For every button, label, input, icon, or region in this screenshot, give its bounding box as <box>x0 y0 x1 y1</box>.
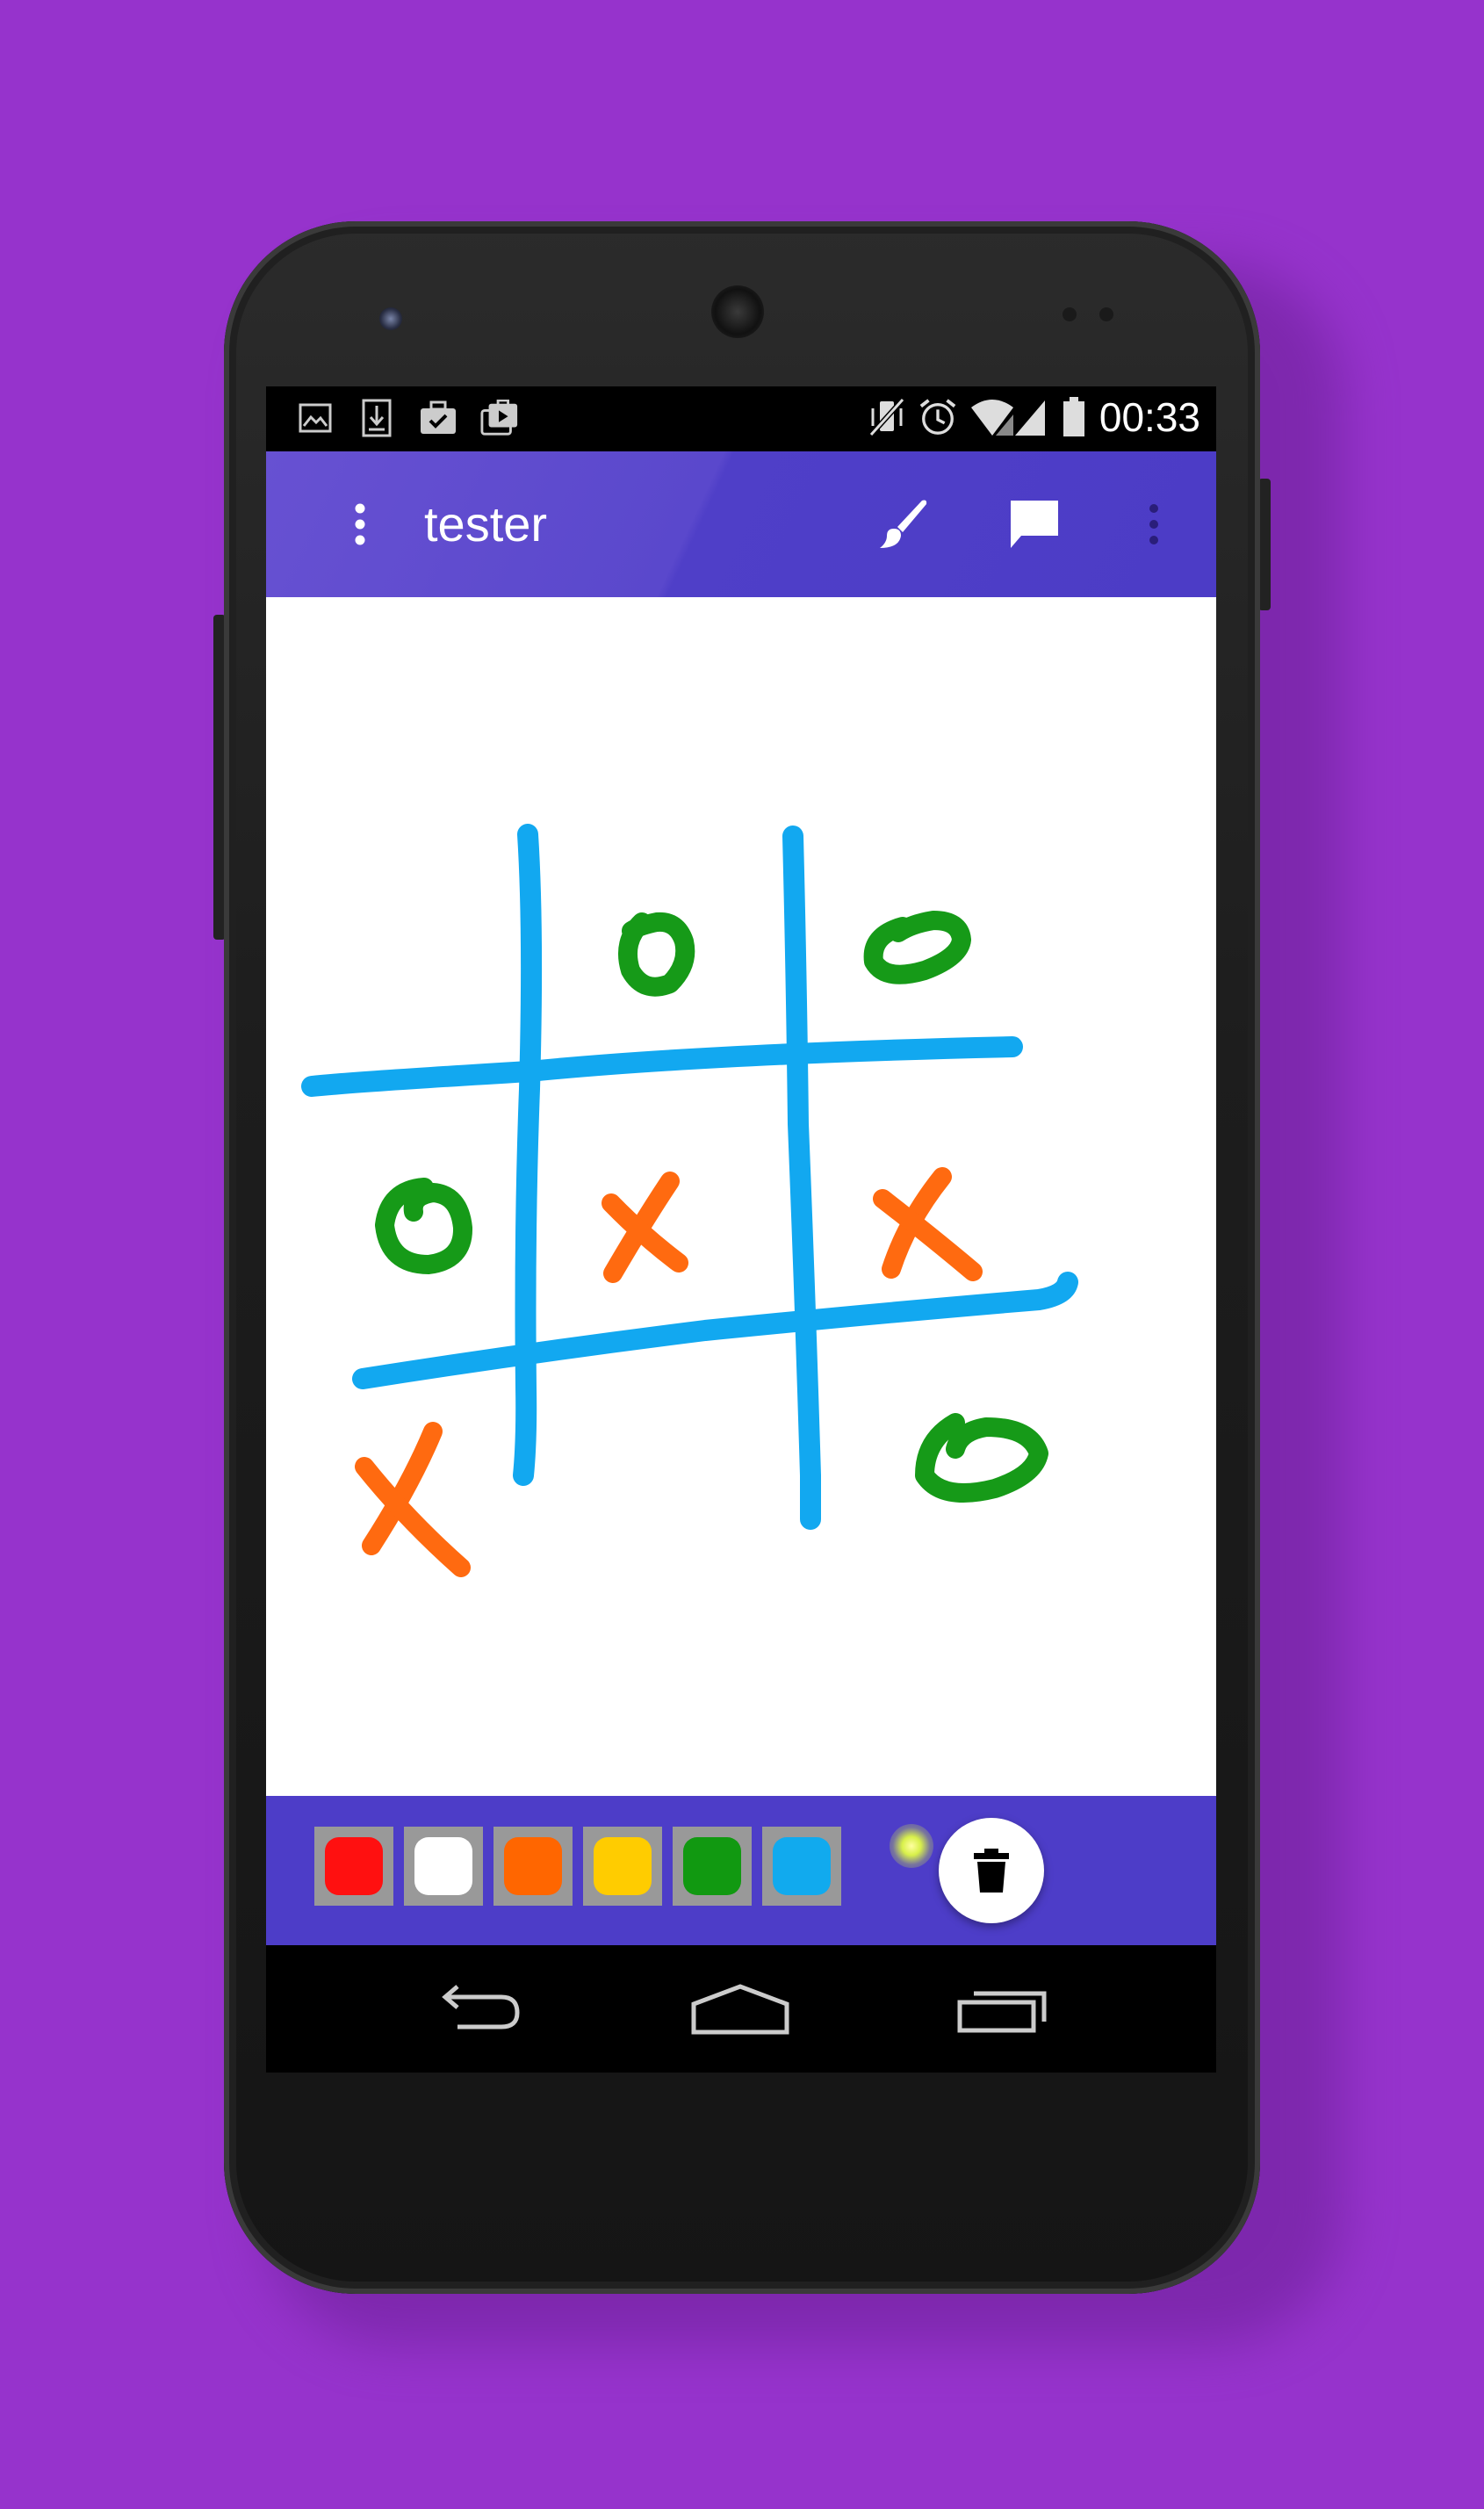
swatch-fill <box>414 1837 472 1895</box>
color-swatch-red[interactable] <box>314 1827 393 1906</box>
light-sensor <box>1099 307 1113 321</box>
color-swatch-yellow[interactable] <box>583 1827 662 1906</box>
o-mark <box>915 1413 1048 1503</box>
home-button[interactable] <box>679 1970 802 2049</box>
drawing-canvas[interactable] <box>266 597 1216 1796</box>
status-time: 00:33 <box>1099 394 1200 440</box>
drawing-strokes <box>301 824 1078 1577</box>
o-mark <box>863 911 971 984</box>
grid-line-horizontal-2 <box>352 1272 1078 1389</box>
home-icon <box>691 1984 789 2035</box>
color-swatch-blue[interactable] <box>762 1827 841 1906</box>
system-nav-bar <box>266 1945 1216 2073</box>
battery-icon <box>1061 397 1087 436</box>
briefcase-play-icon <box>480 399 519 437</box>
comment-button[interactable] <box>995 485 1074 564</box>
delete-icon <box>974 1849 1009 1893</box>
swatch-fill <box>325 1837 383 1895</box>
recents-icon <box>957 1991 1047 2033</box>
status-bar: 00:33 <box>266 386 1216 451</box>
vibrate-off-icon <box>868 397 906 437</box>
swatch-fill <box>594 1837 652 1895</box>
overflow-menu-button[interactable] <box>1114 485 1193 564</box>
app-bar: tester <box>266 451 1216 597</box>
proximity-sensor <box>1063 307 1077 321</box>
color-palette-bar <box>266 1796 1216 1945</box>
color-swatch-orange[interactable] <box>493 1827 573 1906</box>
swatch-fill <box>773 1837 831 1895</box>
brush-icon <box>880 500 927 548</box>
clear-canvas-button[interactable] <box>939 1818 1044 1923</box>
front-camera <box>379 307 402 330</box>
nav-menu-button[interactable] <box>321 485 400 564</box>
alarm-icon <box>918 398 957 436</box>
grid-line-horizontal-1 <box>301 1036 1023 1097</box>
image-icon <box>296 399 335 437</box>
swatch-fill <box>683 1837 741 1895</box>
overflow-menu-icon <box>1149 504 1158 544</box>
grid-line-vertical-2 <box>782 826 821 1530</box>
briefcase-check-icon <box>419 399 457 437</box>
wifi-signal-icon <box>969 398 1048 436</box>
download-icon <box>357 399 396 437</box>
touch-indicator <box>890 1824 933 1868</box>
grid-line-vertical-1 <box>513 824 543 1486</box>
o-mark <box>618 912 695 997</box>
color-swatch-green[interactable] <box>673 1827 752 1906</box>
app-title: tester <box>424 496 548 552</box>
power-button <box>1258 479 1271 610</box>
back-button[interactable] <box>415 1970 538 2049</box>
vertical-dots-icon <box>355 503 365 545</box>
recents-button[interactable] <box>942 1970 1065 2049</box>
comment-icon <box>1011 501 1058 548</box>
o-mark <box>375 1178 472 1274</box>
back-icon <box>442 1985 520 2030</box>
brush-button[interactable] <box>863 485 942 564</box>
color-swatch-white[interactable] <box>404 1827 483 1906</box>
screen: 00:33 tester <box>266 386 1216 2073</box>
earpiece <box>711 285 764 338</box>
swatch-fill <box>504 1837 562 1895</box>
